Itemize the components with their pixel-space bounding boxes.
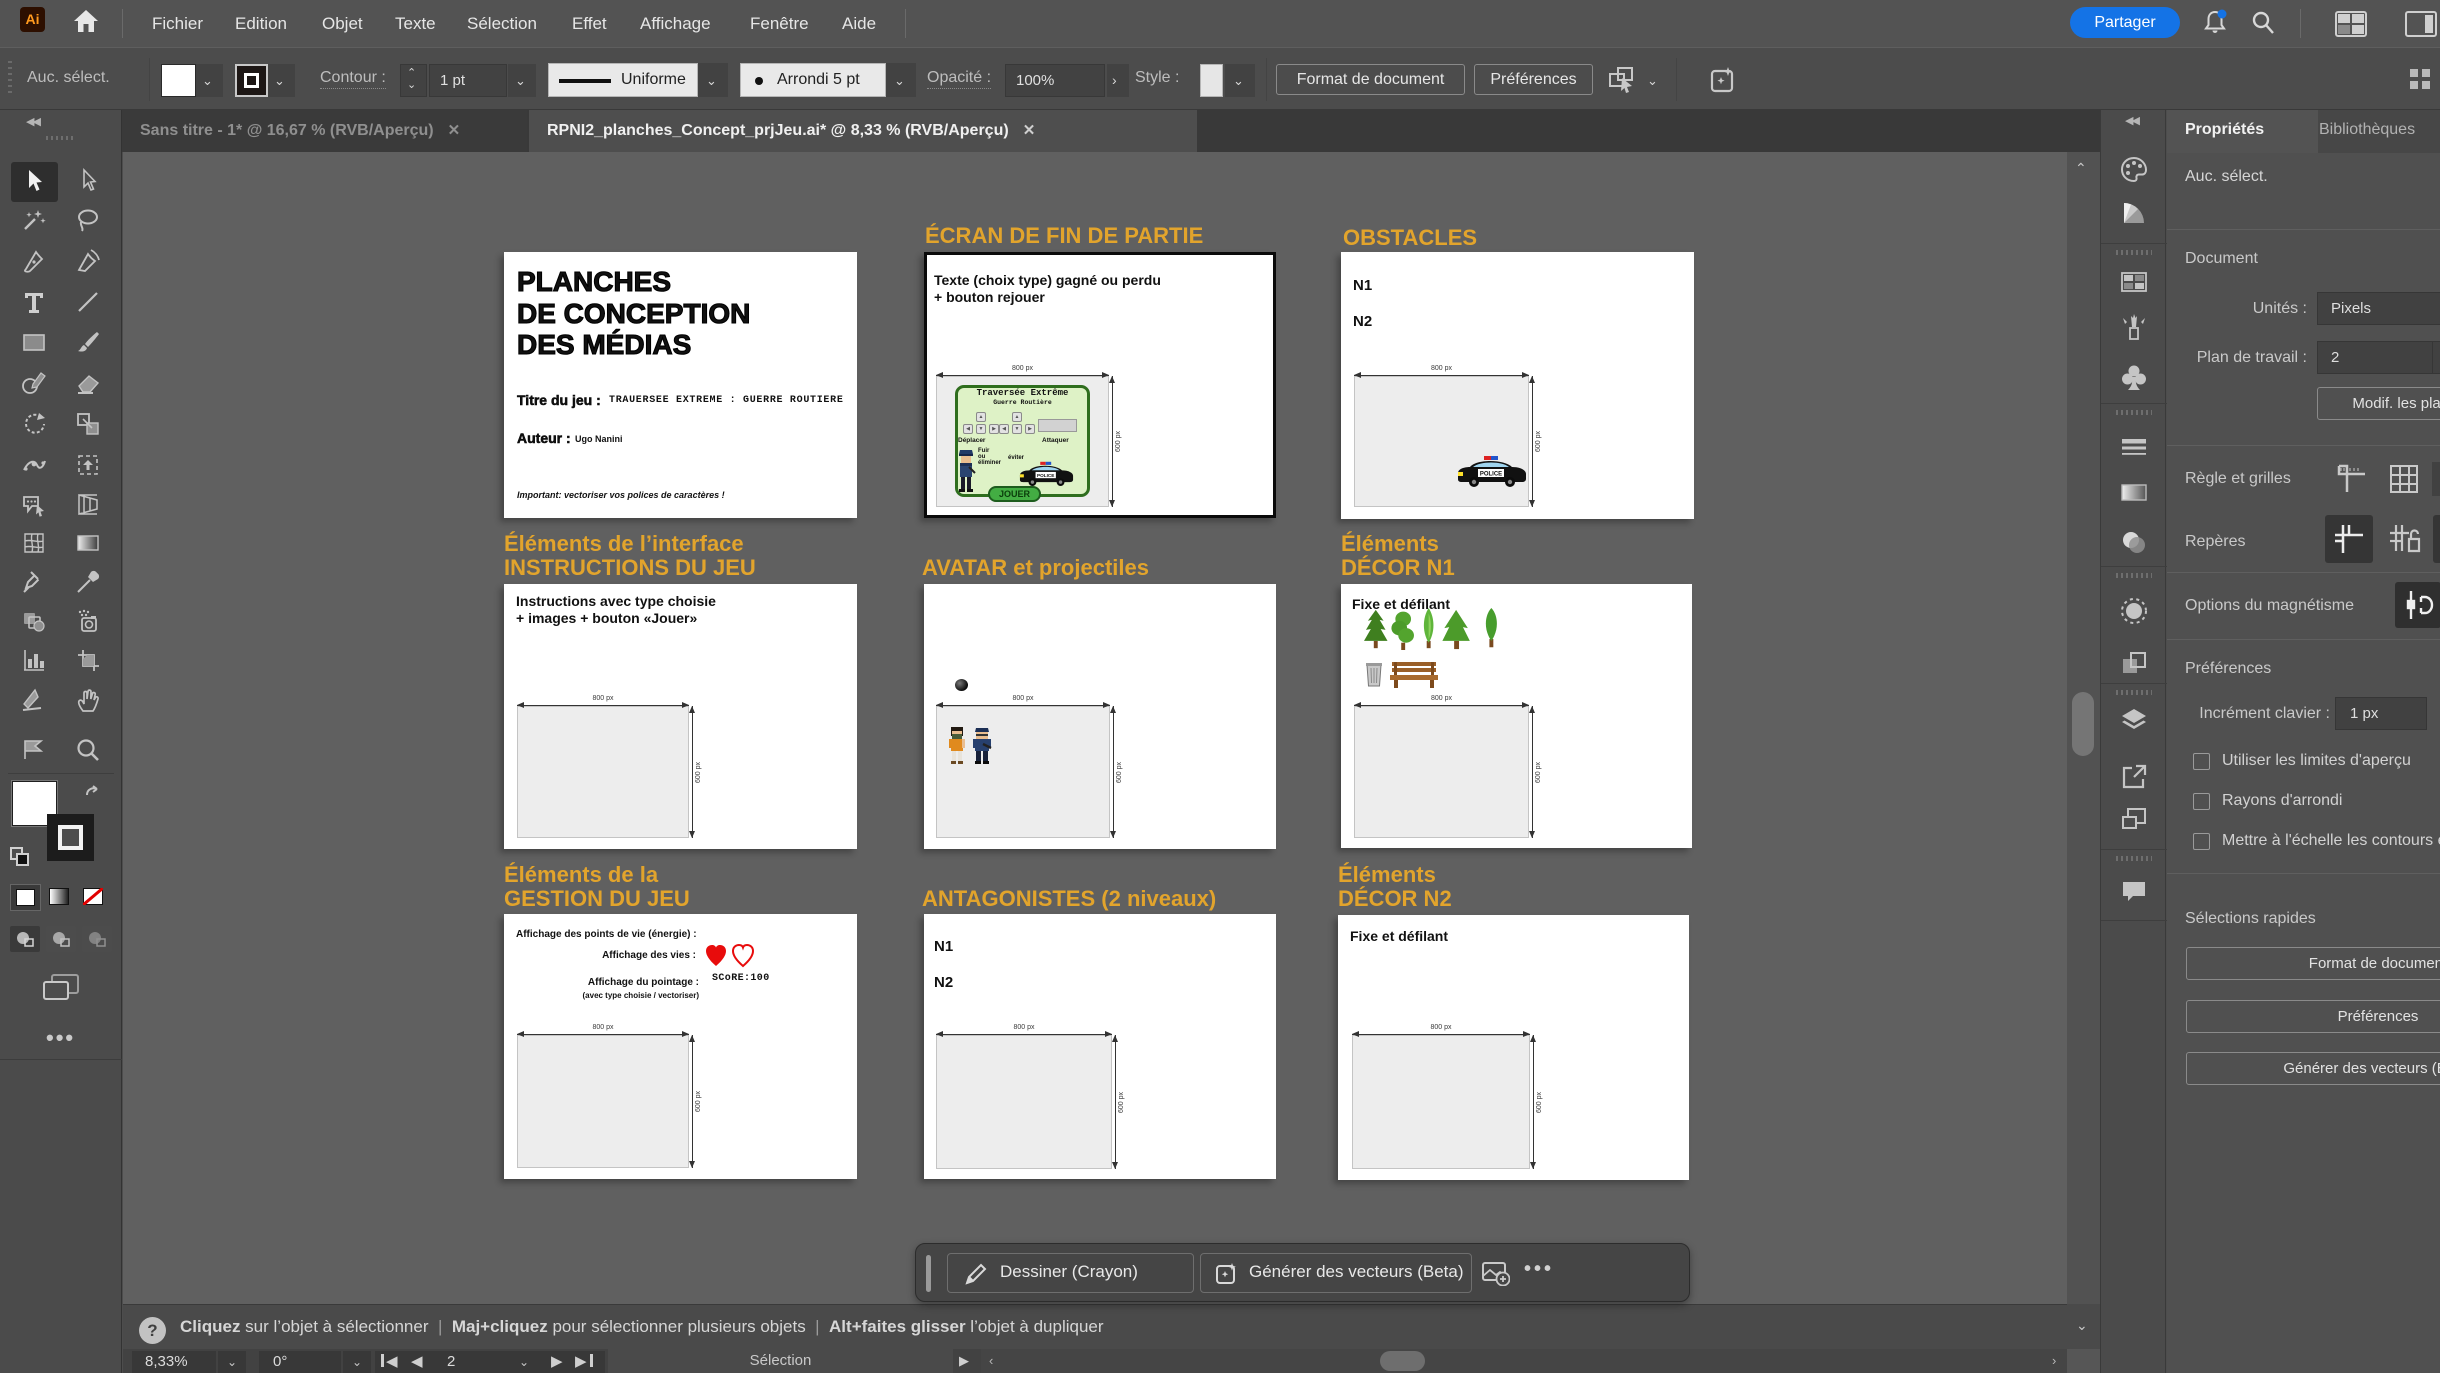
svg-text:POLICE: POLICE bbox=[1037, 473, 1054, 478]
svg-text:POLICE: POLICE bbox=[1480, 472, 1502, 478]
